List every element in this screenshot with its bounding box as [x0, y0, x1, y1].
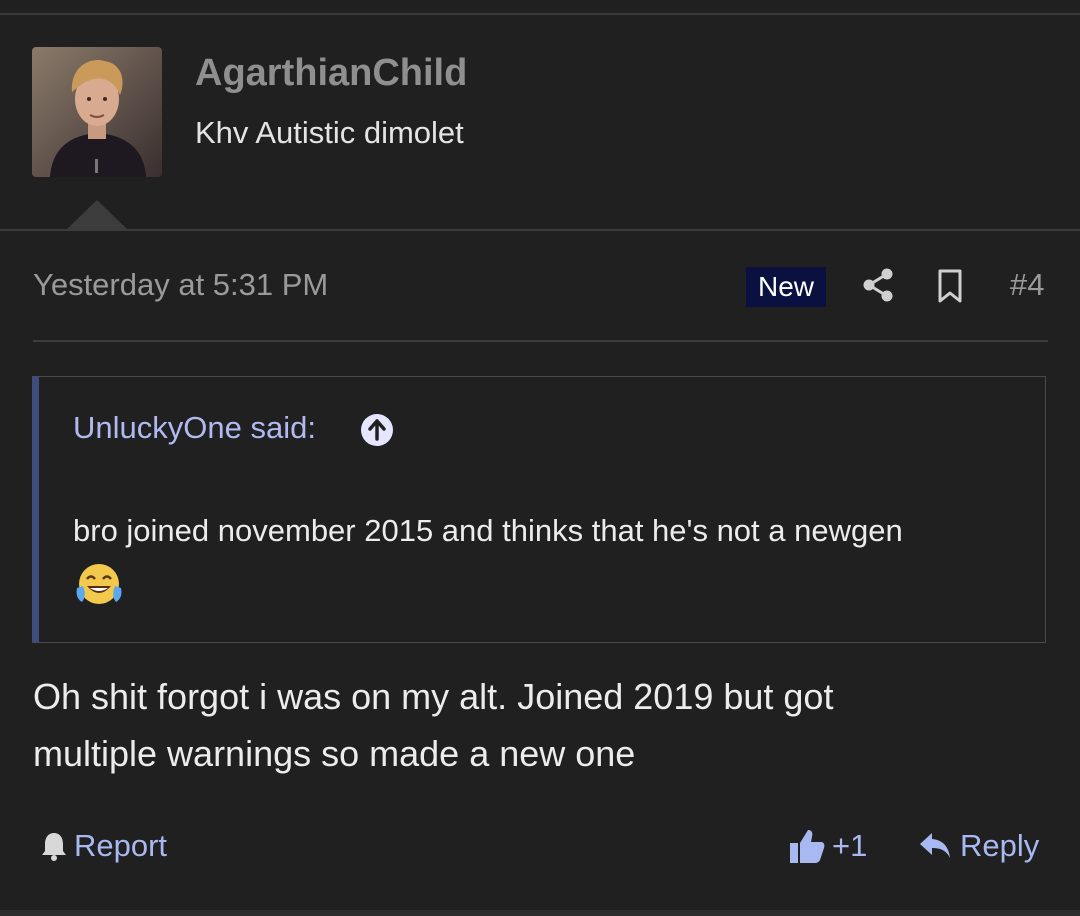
post-date[interactable]: Yesterday at 5:31 PM [33, 267, 328, 303]
bell-icon [42, 833, 66, 861]
avatar[interactable] [32, 47, 162, 177]
report-button[interactable]: Report [40, 826, 167, 866]
bookmark-icon[interactable] [934, 268, 966, 304]
tears-of-joy-emoji-icon [73, 560, 125, 608]
post-body-line: Oh shit forgot i was on my alt. Joined 2… [33, 676, 834, 717]
quote-text: bro joined november 2015 and thinks that… [73, 513, 903, 548]
like-button[interactable]: +1 [788, 826, 867, 866]
new-badge: New [746, 267, 826, 307]
post-body: Oh shit forgot i was on my alt. Joined 2… [33, 668, 1033, 782]
meta-divider [33, 340, 1048, 342]
post-number-link[interactable]: #4 [1010, 267, 1044, 303]
reply-label: Reply [960, 828, 1040, 863]
reply-button[interactable]: Reply [918, 826, 1039, 866]
quote-author-link[interactable]: UnluckyOne said: [73, 410, 316, 446]
post-body-line: multiple warnings so made a new one [33, 733, 636, 774]
header-divider [0, 229, 1080, 231]
bottom-divider [0, 910, 1080, 916]
share-icon[interactable] [860, 266, 896, 304]
user-title: Khv Autistic dimolet [195, 115, 464, 150]
top-divider [0, 13, 1080, 15]
author-pointer-arrow [66, 200, 128, 230]
like-count: +1 [832, 828, 868, 863]
arrow-up-circle-icon[interactable] [360, 413, 394, 447]
user-avatar-photo [32, 47, 162, 177]
reply-arrow-icon [920, 833, 950, 858]
post-author-name[interactable]: AgarthianChild [195, 52, 467, 95]
thumbs-up-icon [790, 830, 825, 863]
report-label: Report [74, 828, 168, 863]
